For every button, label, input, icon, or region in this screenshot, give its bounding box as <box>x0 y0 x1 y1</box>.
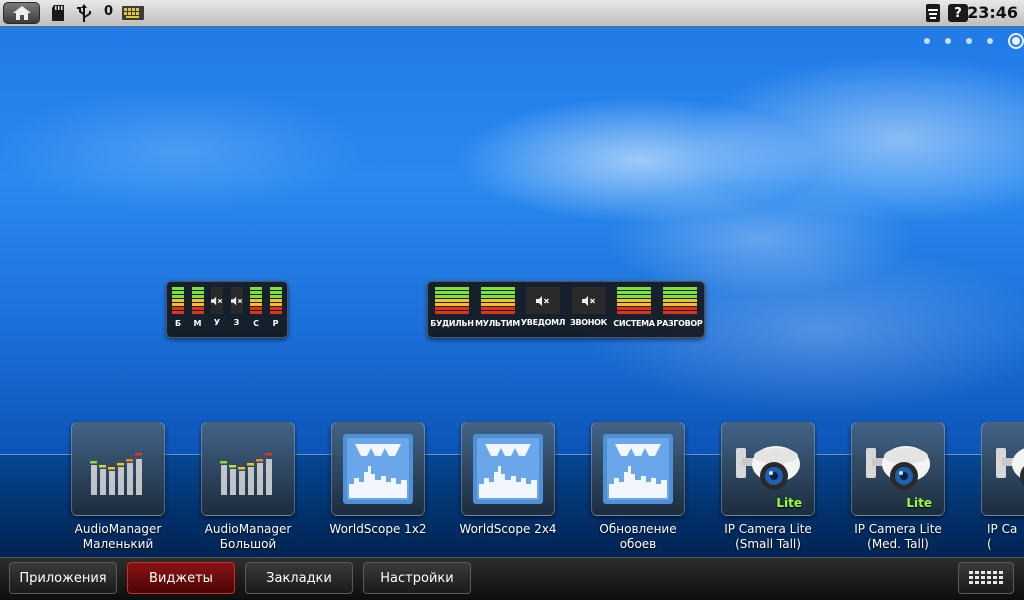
volume-channel[interactable]: Б <box>171 287 185 328</box>
widget-tile[interactable] <box>981 422 1024 516</box>
volume-channel-label: ЗВОНОК <box>570 318 607 327</box>
widget-item-audiomanager-large[interactable]: AudioManager Большой <box>201 422 295 552</box>
volume-channel[interactable]: М <box>191 287 205 328</box>
volume-meter[interactable] <box>480 287 515 315</box>
equalizer-icon <box>220 453 272 495</box>
audio-widget-small[interactable]: БМУЗСР <box>166 281 288 338</box>
volume-channel-label: З <box>233 318 240 327</box>
volume-channel[interactable]: ЗВОНОК <box>567 287 611 327</box>
volume-channel[interactable]: Р <box>269 287 283 328</box>
widget-tile[interactable]: Lite <box>721 422 815 516</box>
volume-channel-label: МУЛЬТИМ <box>475 319 520 328</box>
city-skyline-icon <box>473 434 543 504</box>
status-bar: 0 ? 23:46 <box>0 0 1024 27</box>
security-camera-icon <box>866 446 930 490</box>
widget-caption: AudioManager Маленький <box>74 522 162 551</box>
home-icon <box>12 6 31 20</box>
widget-item-ipcamera-partial[interactable]: IP Ca ( <box>981 422 1024 552</box>
help-icon: ? <box>948 4 968 22</box>
widget-caption: AudioManager Большой <box>204 522 292 551</box>
volume-channel[interactable]: З <box>230 287 244 327</box>
widget-item-worldscope-1x2[interactable]: WorldScope 1x2 <box>329 422 427 537</box>
speaker-muted-icon[interactable] <box>230 287 243 314</box>
speaker-muted-icon[interactable] <box>571 287 606 314</box>
page-dot[interactable] <box>924 38 930 44</box>
volume-channel[interactable]: БУДИЛЬН <box>430 287 474 328</box>
tab-widgets[interactable]: Виджеты <box>127 562 235 594</box>
volume-meter[interactable] <box>191 287 204 315</box>
usb-icon <box>74 4 94 22</box>
volume-channel[interactable]: СИСТЕМА <box>612 287 656 328</box>
volume-channel-label: РАЗГОВОР <box>656 319 703 328</box>
lite-badge: Lite <box>906 496 932 510</box>
volume-channel-label: Б <box>174 319 182 328</box>
volume-channel-label: БУДИЛЬН <box>430 319 474 328</box>
tab-settings[interactable]: Настройки <box>363 562 471 594</box>
volume-channel-label: Р <box>272 319 279 328</box>
volume-meter[interactable] <box>617 287 651 315</box>
page-dot-active[interactable] <box>1008 33 1024 49</box>
notification-count: 0 <box>104 4 114 19</box>
widget-caption: IP Ca ( <box>987 522 1018 551</box>
security-camera-icon <box>736 446 800 490</box>
city-skyline-icon <box>603 434 673 504</box>
home-button[interactable] <box>3 2 40 24</box>
volume-channel[interactable]: МУЛЬТИМ <box>475 287 520 328</box>
widget-tile[interactable]: Lite <box>851 422 945 516</box>
volume-channel-label: УВЕДОМЛ <box>520 318 566 327</box>
page-dot[interactable] <box>987 38 993 44</box>
widget-tile[interactable] <box>461 422 555 516</box>
widget-item-clip: IP Ca ( <box>981 422 1024 557</box>
widget-item-ipcamera-med[interactable]: Lite IP Camera Lite (Med. Tall) <box>851 422 945 552</box>
keyboard-icon <box>122 4 144 22</box>
volume-channel[interactable]: С <box>249 287 263 328</box>
volume-meter[interactable] <box>269 287 282 315</box>
widget-tile[interactable] <box>331 422 425 516</box>
page-dot[interactable] <box>966 38 972 44</box>
speaker-muted-icon[interactable] <box>211 287 223 314</box>
widget-item-wallpaper-update[interactable]: Обновление обоев <box>591 422 685 552</box>
equalizer-icon <box>90 453 142 495</box>
speaker-muted-icon[interactable] <box>526 287 560 314</box>
volume-channel-label: М <box>193 319 202 328</box>
widget-tile[interactable] <box>591 422 685 516</box>
audio-widget-large[interactable]: БУДИЛЬН МУЛЬТИМ УВЕДОМЛ ЗВОНОК СИСТЕМА РАЗГОВ… <box>427 281 705 338</box>
page-dot[interactable] <box>945 38 951 44</box>
widget-tile[interactable] <box>201 422 295 516</box>
sd-card-icon <box>50 4 66 22</box>
widget-caption: IP Camera Lite (Med. Tall) <box>854 522 942 551</box>
clock: 23:46 <box>967 3 1018 22</box>
city-skyline-icon <box>343 434 413 504</box>
widget-tile[interactable] <box>71 422 165 516</box>
tab-apps[interactable]: Приложения <box>9 562 117 594</box>
wifi-signal-icon <box>925 4 941 22</box>
volume-meter[interactable] <box>172 287 184 315</box>
volume-channel-label: СИСТЕМА <box>613 319 655 328</box>
widget-caption: WorldScope 2x4 <box>459 522 557 536</box>
grid-icon <box>969 571 1003 584</box>
widget-item-worldscope-2x4[interactable]: WorldScope 2x4 <box>459 422 557 537</box>
lite-badge: Lite <box>776 496 802 510</box>
volume-channel-label: У <box>213 318 221 327</box>
security-camera-icon <box>996 448 1024 486</box>
volume-channel-label: С <box>253 319 259 328</box>
volume-meter[interactable] <box>435 287 469 315</box>
widget-item-ipcamera-small[interactable]: Lite IP Camera Lite (Small Tall) <box>721 422 815 552</box>
volume-channel[interactable]: УВЕДОМЛ <box>521 287 565 327</box>
widget-caption: WorldScope 1x2 <box>329 522 427 536</box>
bottom-tab-bar: Приложения Виджеты Закладки Настройки <box>0 557 1024 600</box>
volume-meter[interactable] <box>662 287 697 315</box>
widget-item-audiomanager-small[interactable]: AudioManager Маленький <box>71 422 165 552</box>
volume-channel[interactable]: У <box>210 287 224 327</box>
app-grid-button[interactable] <box>958 562 1014 594</box>
volume-meter[interactable] <box>250 287 262 315</box>
volume-channel[interactable]: РАЗГОВОР <box>656 287 703 328</box>
page-indicator <box>924 33 1024 49</box>
widget-caption: Обновление обоев <box>599 522 677 551</box>
widget-caption: IP Camera Lite (Small Tall) <box>724 522 812 551</box>
tab-bookmarks[interactable]: Закладки <box>245 562 353 594</box>
